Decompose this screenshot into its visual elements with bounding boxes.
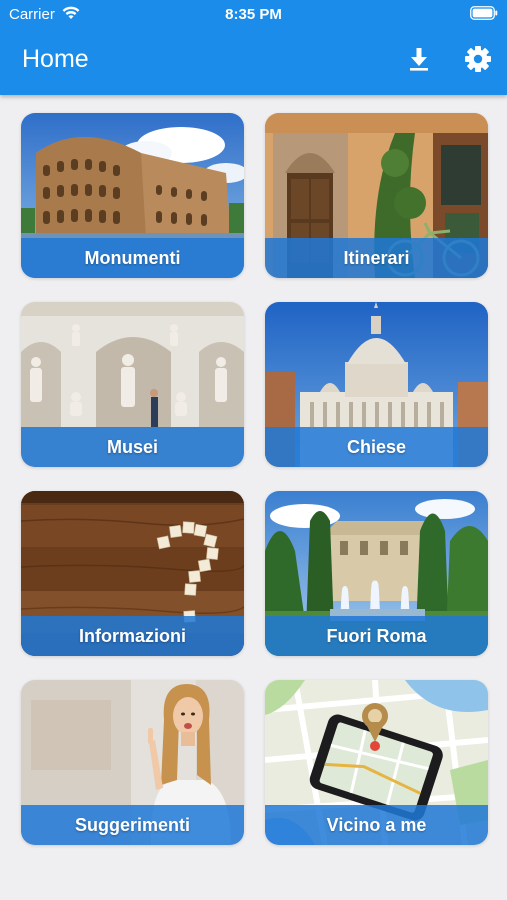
tile-label: Itinerari	[343, 248, 410, 268]
status-time: 8:35 PM	[225, 6, 282, 23]
tile-monumenti[interactable]: Monumenti	[21, 113, 244, 278]
tile-suggerimenti[interactable]: Suggerimenti	[21, 680, 244, 845]
page-title: Home	[22, 45, 89, 73]
battery-icon	[470, 6, 498, 20]
tile-vicino-a-me[interactable]: Vicino a me	[265, 680, 488, 845]
tile-itinerari[interactable]: Itinerari	[265, 113, 488, 278]
status-bar: Carrier 8:35 PM	[0, 0, 507, 28]
tile-label: Musei	[106, 437, 158, 457]
tile-informazioni[interactable]: Informazioni	[21, 491, 244, 656]
tile-label: Informazioni	[79, 626, 186, 646]
tile-label: Vicino a me	[326, 815, 427, 835]
app-header: Carrier 8:35 PM Home	[0, 0, 507, 95]
tile-label: Suggerimenti	[74, 815, 190, 835]
gear-icon[interactable]	[463, 44, 493, 74]
category-grid: Monumenti Itinerari Musei Chiese Informa…	[21, 113, 488, 845]
tile-label: Fuori Roma	[326, 626, 427, 646]
tile-musei[interactable]: Musei	[21, 302, 244, 467]
tile-fuori-roma[interactable]: Fuori Roma	[265, 491, 488, 656]
tile-chiese[interactable]: Chiese	[265, 302, 488, 467]
tile-label: Chiese	[346, 437, 407, 457]
download-icon[interactable]	[405, 45, 433, 73]
tile-label: Monumenti	[84, 248, 181, 268]
